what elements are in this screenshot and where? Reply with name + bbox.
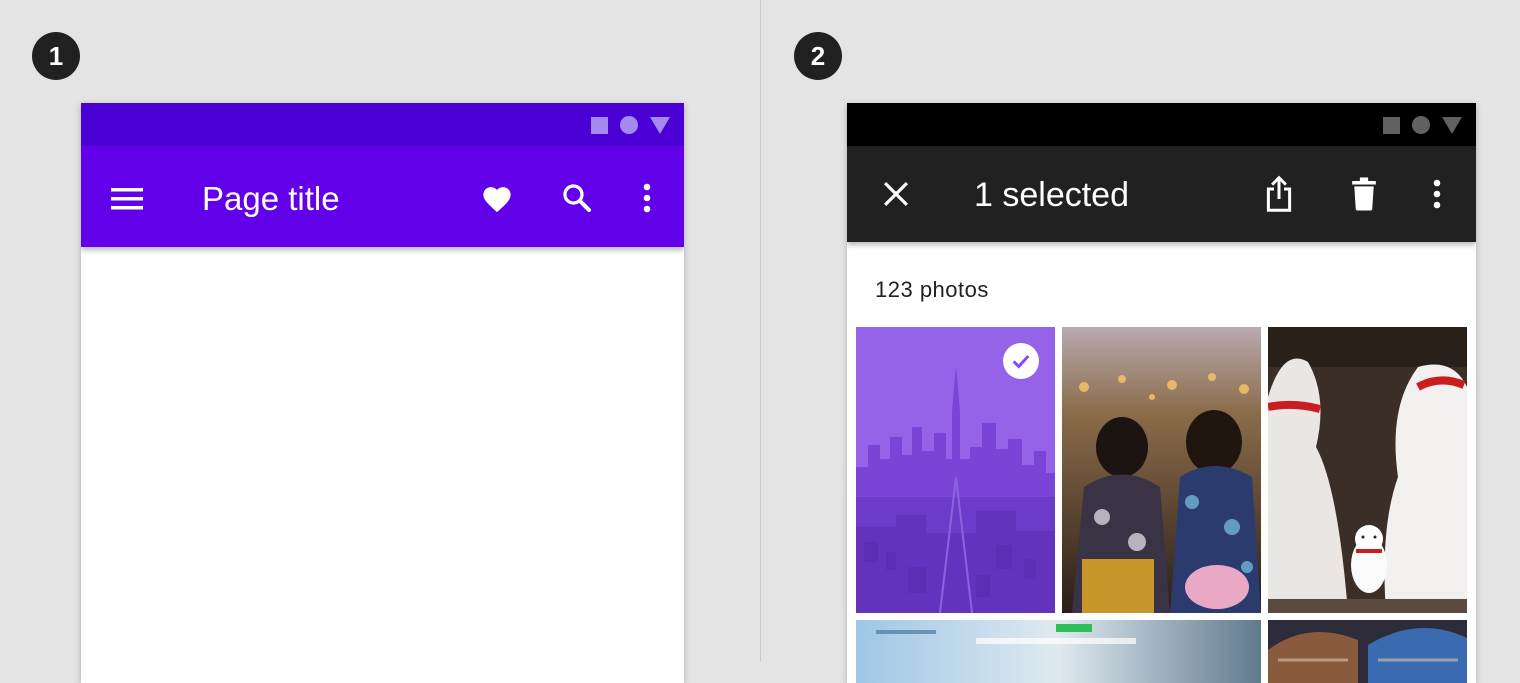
contextual-action-bar: 1 selected xyxy=(847,146,1476,242)
close-icon[interactable] xyxy=(874,172,918,216)
status-bar xyxy=(847,103,1476,146)
top-app-bar: Page title xyxy=(81,146,684,247)
step-badge-1: 1 xyxy=(32,32,80,80)
photo-tile-selected[interactable] xyxy=(856,327,1055,613)
status-square-icon xyxy=(1383,116,1400,134)
phone-screen-1: Page title xyxy=(81,103,684,683)
panel-divider xyxy=(760,0,761,662)
status-circle-icon xyxy=(1412,116,1430,134)
photo-tile[interactable] xyxy=(1268,620,1467,683)
status-signal-icon xyxy=(1442,116,1462,134)
status-circle-icon xyxy=(620,116,638,134)
festival-image xyxy=(1062,327,1261,613)
status-square-icon xyxy=(591,116,608,134)
photos-count-label: 123 photos xyxy=(875,277,989,302)
delete-icon[interactable] xyxy=(1342,172,1386,216)
more-vert-icon[interactable] xyxy=(1415,172,1459,216)
search-icon[interactable] xyxy=(555,176,599,220)
lucky-cat-image xyxy=(1268,327,1467,613)
phone-screen-2: 1 selected 123 photos xyxy=(847,103,1476,683)
motion-street-image xyxy=(856,620,1261,683)
step-badge-2: 2 xyxy=(794,32,842,80)
photo-tile[interactable] xyxy=(856,620,1261,683)
check-circle-icon[interactable] xyxy=(1003,343,1039,379)
heart-icon[interactable] xyxy=(475,176,519,220)
selection-count-title: 1 selected xyxy=(974,176,1129,214)
more-vert-icon[interactable] xyxy=(625,176,669,220)
status-signal-icon xyxy=(650,116,670,134)
page-title: Page title xyxy=(202,180,340,217)
photo-tile[interactable] xyxy=(1062,327,1261,613)
knit-hats-image xyxy=(1268,620,1467,683)
menu-icon[interactable] xyxy=(105,176,151,222)
photo-tile[interactable] xyxy=(1268,327,1467,613)
status-bar xyxy=(81,103,684,146)
share-icon[interactable] xyxy=(1257,172,1301,216)
